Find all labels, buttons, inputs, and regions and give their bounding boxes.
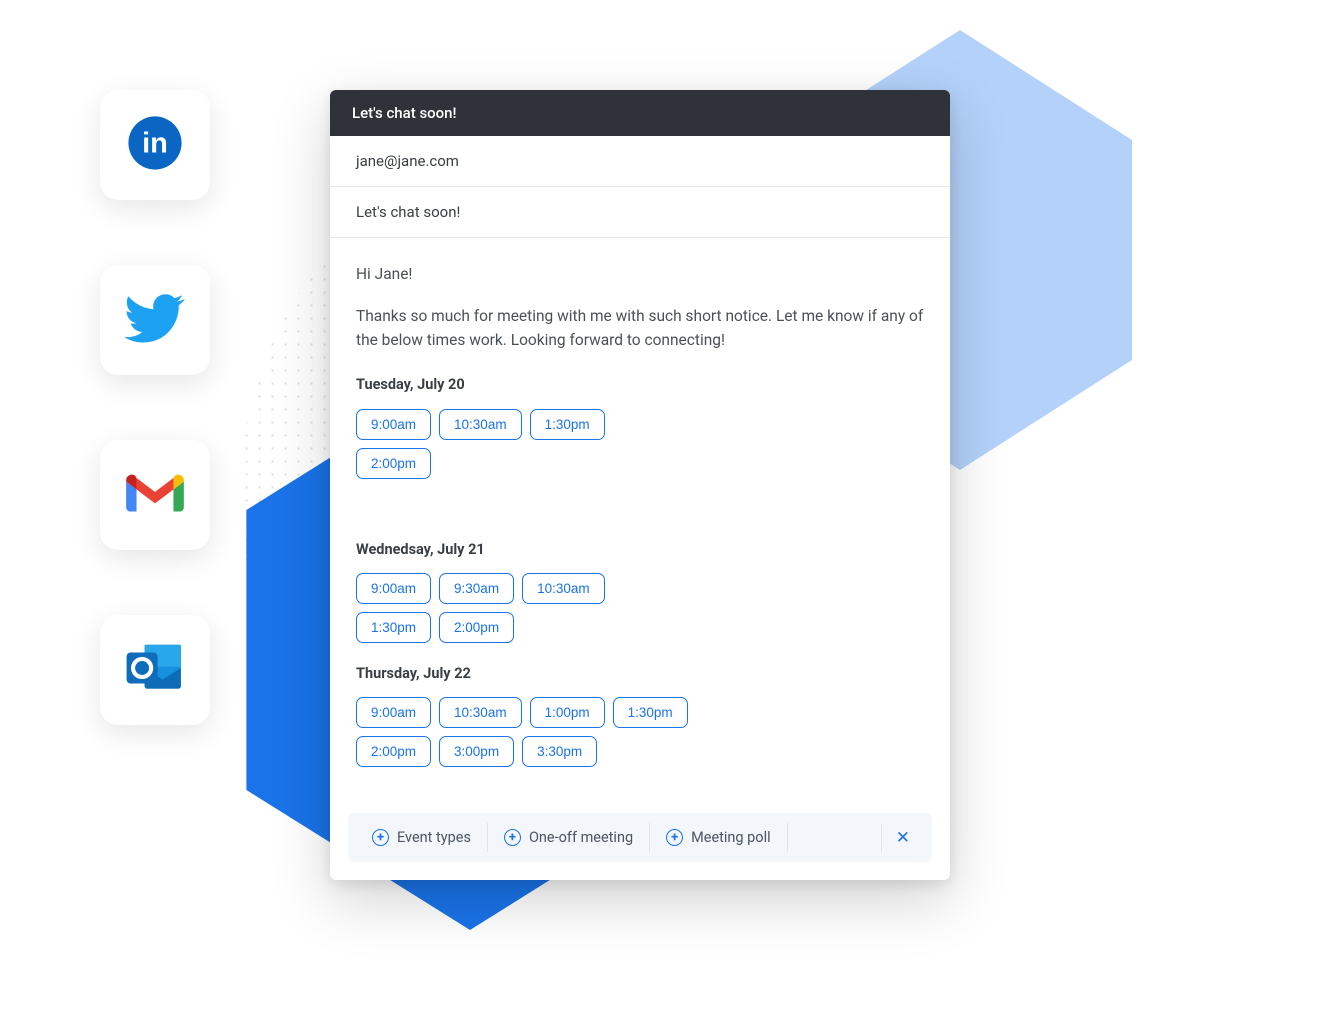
time-slot-button[interactable]: 10:30am: [522, 573, 605, 604]
day-label: Wednedsay, July 21: [356, 539, 636, 561]
message-text: Thanks so much for meeting with me with …: [356, 304, 924, 352]
meeting-poll-button[interactable]: + Meeting poll: [650, 823, 788, 852]
day-group-tuesday: Tuesday, July 20 9:00am 10:30am 1:30pm 2…: [356, 374, 636, 478]
time-slot-button[interactable]: 9:30am: [439, 573, 514, 604]
to-field[interactable]: jane@jane.com: [330, 136, 950, 187]
compose-title-bar: Let's chat soon!: [330, 90, 950, 136]
time-slot-button[interactable]: 2:00pm: [356, 736, 431, 767]
time-slot-button[interactable]: 1:30pm: [530, 409, 605, 440]
day-group-thursday: Thursday, July 22 9:00am 10:30am 1:00pm …: [356, 663, 924, 767]
time-slot-button[interactable]: 1:30pm: [613, 697, 688, 728]
twitter-card[interactable]: [100, 265, 210, 375]
meeting-poll-label: Meeting poll: [691, 829, 771, 846]
plus-circle-icon: +: [504, 829, 521, 846]
plus-circle-icon: +: [666, 829, 683, 846]
linkedin-icon: in: [126, 114, 184, 176]
time-slot-button[interactable]: 9:00am: [356, 573, 431, 604]
linkedin-card[interactable]: in: [100, 90, 210, 200]
time-slot-button[interactable]: 2:00pm: [439, 612, 514, 643]
time-slot-button[interactable]: 1:30pm: [356, 612, 431, 643]
event-types-label: Event types: [397, 829, 471, 846]
close-icon: ✕: [896, 828, 910, 848]
subject-field[interactable]: Let's chat soon!: [330, 187, 950, 238]
time-slot-button[interactable]: 3:30pm: [522, 736, 597, 767]
social-icon-column: in: [100, 90, 210, 725]
time-slot-button[interactable]: 1:00pm: [530, 697, 605, 728]
outlook-icon: [124, 639, 186, 701]
day-label: Thursday, July 22: [356, 663, 924, 685]
day-group-wednesday: Wednedsay, July 21 9:00am 9:30am 10:30am…: [356, 539, 636, 643]
event-types-button[interactable]: + Event types: [356, 823, 488, 852]
time-slot-button[interactable]: 10:30am: [439, 409, 522, 440]
gmail-card[interactable]: [100, 440, 210, 550]
compose-body[interactable]: Hi Jane! Thanks so much for meeting with…: [330, 238, 950, 803]
time-slot-button[interactable]: 2:00pm: [356, 448, 431, 479]
outlook-card[interactable]: [100, 615, 210, 725]
compose-title: Let's chat soon!: [352, 104, 457, 122]
time-slot-button[interactable]: 9:00am: [356, 697, 431, 728]
time-slot-button[interactable]: 3:00pm: [439, 736, 514, 767]
time-slot-button[interactable]: 10:30am: [439, 697, 522, 728]
twitter-icon: [124, 287, 186, 353]
one-off-label: One-off meeting: [529, 829, 633, 846]
greeting-text: Hi Jane!: [356, 262, 924, 286]
day-label: Tuesday, July 20: [356, 374, 636, 396]
to-value: jane@jane.com: [356, 152, 459, 170]
scheduling-toolbar: + Event types + One-off meeting + Meetin…: [348, 813, 932, 862]
time-slot-button[interactable]: 9:00am: [356, 409, 431, 440]
gmail-icon: [125, 469, 185, 521]
subject-value: Let's chat soon!: [356, 203, 460, 221]
compose-window: Let's chat soon! jane@jane.com Let's cha…: [330, 90, 950, 880]
svg-text:in: in: [142, 128, 168, 160]
toolbar-close-button[interactable]: ✕: [881, 824, 924, 852]
plus-circle-icon: +: [372, 829, 389, 846]
one-off-meeting-button[interactable]: + One-off meeting: [488, 823, 650, 852]
